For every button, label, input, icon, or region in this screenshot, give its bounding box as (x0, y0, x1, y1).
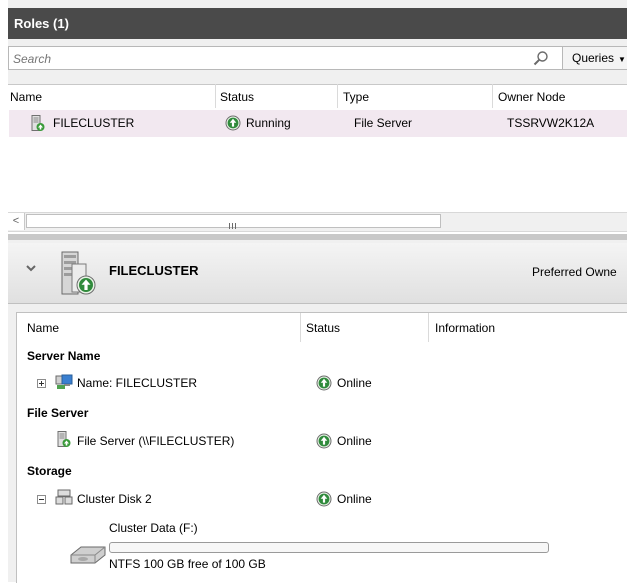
capacity-bar (109, 542, 549, 553)
status-up-icon (316, 375, 332, 391)
column-header-name[interactable]: Name (27, 320, 59, 336)
role-name: FILECLUSTER (53, 116, 135, 130)
column-header-type[interactable]: Type (343, 88, 369, 106)
left-border (0, 0, 8, 582)
collapse-icon[interactable] (37, 495, 46, 504)
role-owner-node: TSSRVW2K12A (507, 116, 595, 130)
column-header-status[interactable]: Status (220, 88, 254, 106)
queries-button[interactable]: Queries ▼ (562, 47, 627, 69)
resource-status: Online (337, 434, 372, 448)
preferred-owners-link[interactable]: Preferred Owne (532, 262, 617, 282)
file-server-icon (57, 431, 71, 447)
column-divider[interactable] (428, 313, 429, 342)
network-name-icon (55, 374, 73, 389)
failover-cluster-manager: Roles (1) Queries▼ Name Status Type Owne… (0, 0, 627, 583)
search-icon[interactable] (533, 50, 549, 66)
resource-status: Online (337, 376, 372, 390)
pane-splitter[interactable] (8, 234, 627, 240)
detail-header: FILECLUSTER Preferred Owne (8, 243, 627, 304)
server-role-icon (61, 251, 96, 295)
chevron-down-icon: ▼ (618, 55, 626, 64)
table-row[interactable]: FILECLUSTER Running File Server TSSRVW2K… (9, 110, 627, 137)
status-up-icon (316, 491, 332, 507)
status-up-icon (316, 433, 332, 449)
group-server-name[interactable]: Server Name (27, 347, 100, 365)
scroll-thumb[interactable] (26, 214, 441, 229)
column-header-name[interactable]: Name (10, 88, 42, 106)
detail-title: FILECLUSTER (109, 263, 199, 278)
resource-status: Online (337, 492, 372, 506)
column-divider[interactable] (492, 84, 493, 108)
roles-header: Roles (1) (8, 8, 627, 39)
expand-icon[interactable] (37, 379, 46, 388)
queries-label: Queries (572, 51, 615, 65)
resource-name[interactable]: Cluster Disk 2 (77, 490, 152, 508)
column-divider[interactable] (337, 84, 338, 108)
search-bar: Queries▼ (8, 46, 627, 70)
resources-grid: Name Status Information Server Name Name… (16, 312, 627, 583)
column-header-status[interactable]: Status (306, 320, 340, 336)
role-status: Running (246, 116, 291, 130)
resource-name[interactable]: File Server (\\FILECLUSTER) (77, 432, 234, 450)
resource-name[interactable]: Name: FILECLUSTER (77, 374, 197, 392)
role-type: File Server (354, 116, 413, 130)
column-divider[interactable] (300, 313, 301, 342)
hard-disk-icon (70, 546, 106, 564)
status-up-icon (225, 115, 241, 131)
volume-label: Cluster Data (F:) (109, 521, 198, 535)
group-file-server[interactable]: File Server (27, 404, 88, 422)
column-divider[interactable] (215, 84, 216, 108)
scroll-grip (229, 218, 238, 229)
scroll-left-button[interactable]: < (8, 213, 25, 230)
column-header-owner-node[interactable]: Owner Node (498, 88, 565, 106)
group-storage[interactable]: Storage (27, 462, 72, 480)
server-role-icon (31, 115, 45, 131)
cluster-disk-icon (55, 489, 73, 505)
chevron-down-icon[interactable] (25, 262, 37, 274)
horizontal-scrollbar[interactable]: < (8, 212, 627, 232)
search-input[interactable] (11, 49, 525, 69)
volume-free-space: NTFS 100 GB free of 100 GB (109, 557, 266, 571)
column-header-information[interactable]: Information (435, 320, 495, 336)
